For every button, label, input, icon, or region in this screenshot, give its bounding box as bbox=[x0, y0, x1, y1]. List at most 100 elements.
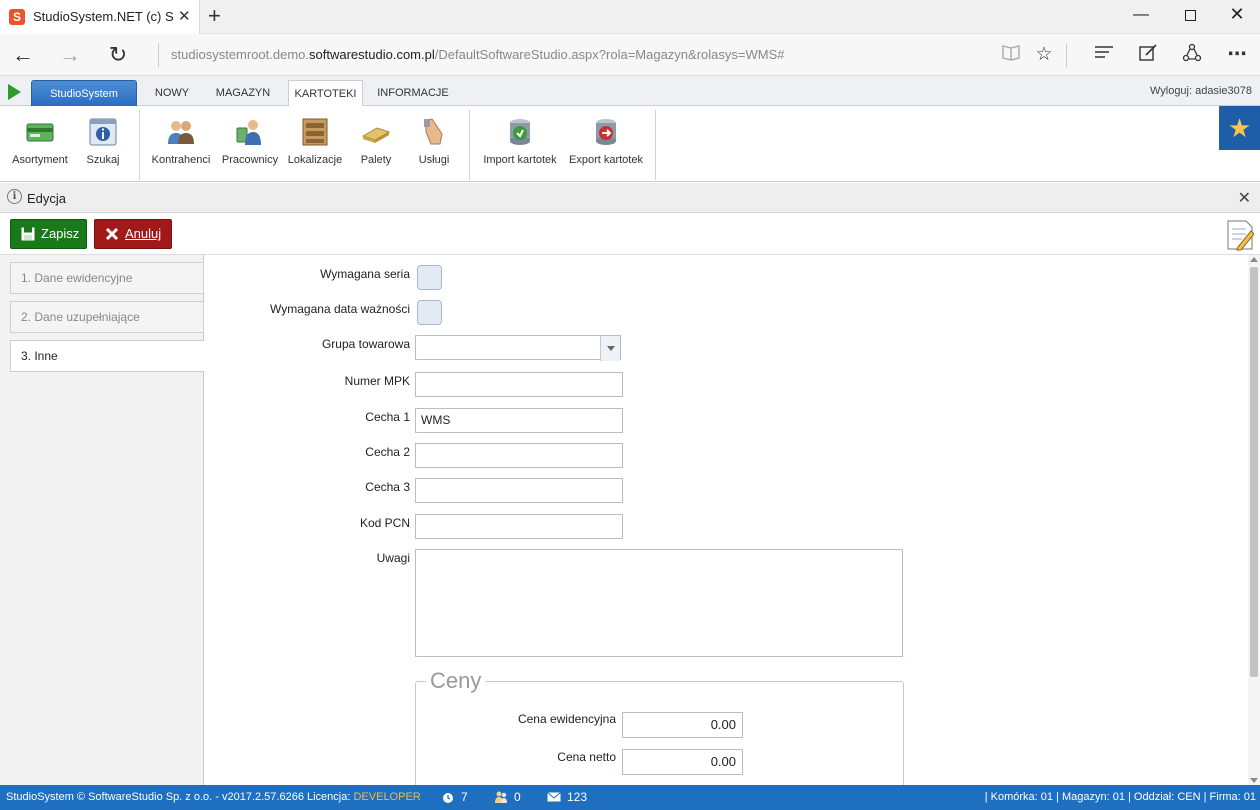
ribbon-toolbar: Asortyment Szukaj Kontrahenci Pracownicy… bbox=[0, 106, 1260, 182]
edit-panel-header: i Edycja ✕ bbox=[0, 183, 1260, 213]
ribbon-separator bbox=[139, 110, 140, 180]
cecha2-label: Cecha 2 bbox=[365, 445, 410, 459]
assortment-icon bbox=[26, 123, 54, 142]
ceny-fieldset: Ceny Cena ewidencyjna 0.00 Cena netto 0.… bbox=[415, 670, 904, 785]
menu-studiosystem[interactable]: StudioSystem bbox=[31, 80, 137, 106]
cena-ewidencyjna-label: Cena ewidencyjna bbox=[517, 712, 616, 726]
ribbon-label: Asortyment bbox=[12, 154, 68, 166]
wymagana-data-label: Wymagana data ważności bbox=[270, 302, 410, 316]
ribbon-asortyment[interactable]: Asortyment bbox=[8, 114, 72, 176]
back-icon[interactable]: ← bbox=[8, 42, 38, 68]
scroll-thumb[interactable] bbox=[1250, 267, 1258, 677]
play-icon[interactable] bbox=[8, 84, 21, 100]
ribbon-import-kartotek[interactable]: Import kartotek bbox=[480, 114, 560, 176]
kod-pcn-input[interactable] bbox=[415, 514, 623, 539]
scroll-down-icon[interactable] bbox=[1250, 778, 1258, 783]
ribbon-palety[interactable]: Palety bbox=[352, 114, 400, 176]
panel-close-icon[interactable]: ✕ bbox=[1238, 188, 1251, 208]
save-button[interactable]: Zapisz bbox=[10, 219, 87, 249]
ribbon-export-kartotek[interactable]: Export kartotek bbox=[566, 114, 646, 176]
edit-note-icon[interactable] bbox=[1226, 217, 1254, 251]
tab-dane-uzupelniajace[interactable]: 2. Dane uzupełniające bbox=[10, 301, 204, 333]
kod-pcn-label: Kod PCN bbox=[359, 516, 410, 530]
ribbon-label: Palety bbox=[360, 154, 392, 166]
cecha1-input[interactable]: WMS bbox=[415, 408, 623, 433]
url-separator bbox=[158, 43, 159, 67]
tab-title: StudioSystem.NET (c) Sc bbox=[33, 9, 173, 24]
browser-address-bar: ← → ↻ studiosystemroot.demo.softwarestud… bbox=[0, 34, 1260, 76]
messages-counter[interactable]: 123 bbox=[547, 785, 587, 810]
cecha2-input[interactable] bbox=[415, 443, 623, 468]
ribbon-separator bbox=[655, 110, 656, 180]
uwagi-textarea[interactable] bbox=[415, 549, 903, 657]
site-favicon-icon: S bbox=[9, 9, 25, 25]
minimize-icon[interactable]: — bbox=[1126, 6, 1156, 24]
url-domain: softwarestudio.com.pl bbox=[309, 47, 435, 62]
menu-tab-magazyn[interactable]: MAGAZYN bbox=[206, 80, 280, 106]
scroll-up-icon[interactable] bbox=[1250, 257, 1258, 262]
cancel-button[interactable]: Anuluj bbox=[94, 219, 172, 249]
cena-netto-input[interactable]: 0.00 bbox=[622, 749, 743, 775]
share-icon[interactable] bbox=[1178, 43, 1206, 70]
import-database-icon bbox=[510, 119, 530, 145]
cecha3-label: Cecha 3 bbox=[365, 480, 410, 494]
logout-link[interactable]: Wyloguj: adasie3078 bbox=[1150, 85, 1252, 97]
browser-tab[interactable]: S StudioSystem.NET (c) Sc ✕ bbox=[0, 0, 200, 34]
cena-ewidencyjna-input[interactable]: 0.00 bbox=[622, 712, 743, 738]
export-database-icon bbox=[596, 119, 616, 145]
floppy-disk-icon bbox=[21, 227, 35, 241]
ribbon-label: Export kartotek bbox=[569, 154, 643, 166]
url-prefix: studiosystemroot.demo. bbox=[171, 47, 310, 62]
numer-mpk-input[interactable] bbox=[415, 372, 623, 397]
ribbon-szukaj[interactable]: Szukaj bbox=[78, 114, 128, 176]
new-tab-button[interactable]: + bbox=[208, 3, 221, 29]
pallet-icon bbox=[361, 127, 391, 143]
ribbon-uslugi[interactable]: Usługi bbox=[410, 114, 458, 176]
ceny-legend: Ceny bbox=[426, 670, 486, 692]
form-scrollbar[interactable] bbox=[1248, 255, 1260, 785]
alarms-counter[interactable]: 7 bbox=[441, 785, 468, 810]
web-note-icon[interactable] bbox=[1134, 43, 1162, 70]
menu-tab-kartoteki[interactable]: KARTOTEKI bbox=[288, 80, 363, 107]
forward-icon[interactable]: → bbox=[55, 42, 85, 68]
more-icon[interactable]: ⋯ bbox=[1223, 43, 1251, 67]
chevron-down-icon[interactable] bbox=[600, 336, 620, 361]
ribbon-label: Import kartotek bbox=[483, 154, 557, 166]
wymagana-data-checkbox[interactable] bbox=[417, 300, 442, 325]
license-info: Licencja: DEVELOPER bbox=[307, 785, 421, 810]
ribbon-label: Usługi bbox=[418, 154, 450, 166]
favorites-star-button[interactable]: ★ bbox=[1219, 106, 1260, 150]
maximize-icon[interactable] bbox=[1175, 4, 1205, 21]
menu-tab-informacje[interactable]: INFORMACJE bbox=[372, 80, 454, 106]
refresh-icon[interactable]: ↻ bbox=[103, 42, 133, 68]
tab-dane-ewidencyjne[interactable]: 1. Dane ewidencyjne bbox=[10, 262, 204, 294]
info-icon: i bbox=[7, 189, 22, 204]
users-count: 0 bbox=[514, 790, 521, 804]
tab-inne[interactable]: 3. Inne bbox=[10, 340, 205, 372]
favorite-star-icon[interactable]: ☆ bbox=[1030, 43, 1058, 67]
app-menu-bar: StudioSystem NOWY MAGAZYN KARTOTEKI INFO… bbox=[0, 76, 1260, 107]
wymagana-seria-checkbox[interactable] bbox=[417, 265, 442, 290]
cena-netto-label: Cena netto bbox=[557, 750, 616, 764]
alarm-clock-icon bbox=[443, 793, 453, 803]
ribbon-pracownicy[interactable]: Pracownicy bbox=[220, 114, 280, 176]
users-icon bbox=[495, 791, 507, 803]
ribbon-separator bbox=[469, 110, 470, 180]
ribbon-label: Szukaj bbox=[86, 154, 120, 166]
license-value: DEVELOPER bbox=[353, 791, 421, 803]
shelf-icon bbox=[302, 118, 328, 146]
url-field[interactable]: studiosystemroot.demo.softwarestudio.com… bbox=[171, 47, 784, 62]
users-counter[interactable]: 0 bbox=[494, 785, 521, 810]
save-label: Zapisz bbox=[41, 226, 80, 241]
ribbon-lokalizacje[interactable]: Lokalizacje bbox=[286, 114, 344, 176]
ribbon-kontrahenci[interactable]: Kontrahenci bbox=[148, 114, 214, 176]
close-window-icon[interactable]: ✕ bbox=[1222, 4, 1252, 25]
menu-tab-nowy[interactable]: NOWY bbox=[146, 80, 198, 106]
reading-view-icon[interactable] bbox=[997, 43, 1025, 68]
hub-icon[interactable] bbox=[1090, 43, 1118, 67]
grupa-towarowa-select[interactable] bbox=[415, 335, 621, 361]
cecha3-input[interactable] bbox=[415, 478, 623, 503]
close-tab-icon[interactable]: ✕ bbox=[178, 7, 191, 25]
grupa-towarowa-label: Grupa towarowa bbox=[321, 337, 410, 351]
copyright-text: StudioSystem © SoftwareStudio Sp. z o.o.… bbox=[6, 791, 304, 803]
